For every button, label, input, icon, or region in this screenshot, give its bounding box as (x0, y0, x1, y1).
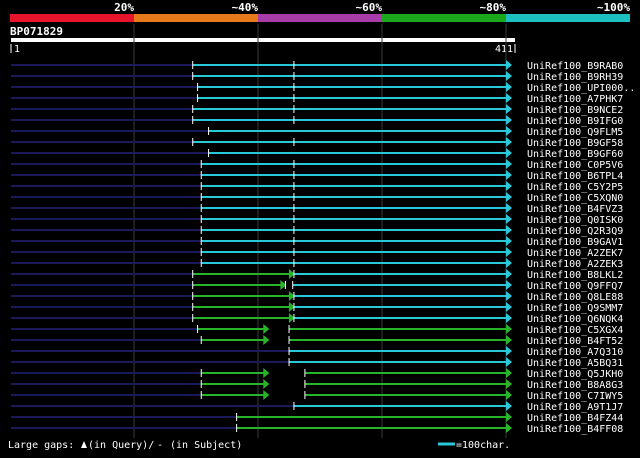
hit-name-link[interactable]: UniRef100_B4FZ44 (527, 413, 623, 424)
alignment-graphic: 20% ~40% ~60% ~80% ~100% BP071829 1 411 UniRef10… (0, 0, 640, 454)
hit-name-link[interactable]: UniRef100_B9GF58 (527, 138, 623, 149)
hit-name-link[interactable]: UniRef100_C5Y2P5 (527, 182, 623, 193)
hit-name-link[interactable]: UniRef100_Q2R3Q9 (527, 226, 623, 237)
hit-name-link[interactable]: UniRef100_B9RH39 (527, 72, 623, 83)
identity-scale-label: ~60% (356, 1, 383, 14)
hit-name-link[interactable]: UniRef100_B9RAB0 (527, 61, 623, 72)
hit-name-link[interactable]: UniRef100_B4FVZ3 (527, 204, 623, 215)
identity-scale-segment (382, 14, 506, 22)
hit-name-link[interactable]: UniRef100_B4FT52 (527, 336, 623, 347)
scale-label: =100char. (456, 440, 510, 451)
hit-name-link[interactable]: UniRef100_A5BQ31 (527, 358, 623, 369)
query-bar (11, 38, 515, 42)
hit-name-link[interactable]: UniRef100_A2ZEK7 (527, 248, 623, 259)
hit-name-link[interactable]: UniRef100_C5XQN0 (527, 193, 623, 204)
subject-gap-label: (in Subject) (170, 440, 242, 451)
query-start-label: 1 (14, 44, 20, 55)
query-gap-label: (in Query)/ (88, 440, 154, 451)
alignment-canvas: 20% ~40% ~60% ~80% ~100% BP071829 1 411 UniRef10… (0, 0, 640, 454)
hit-name-link[interactable]: UniRef100_Q5JKH0 (527, 369, 623, 380)
identity-scale-segment (506, 14, 630, 22)
hit-name-link[interactable]: UniRef100_Q9FLM5 (527, 127, 623, 138)
hit-name-link[interactable]: UniRef100_B8LKL2 (527, 270, 623, 281)
hit-name-link[interactable]: UniRef100_B9IFG0 (527, 116, 623, 127)
hit-name-link[interactable]: UniRef100_B8A8G3 (527, 380, 623, 391)
hit-name-link[interactable]: UniRef100_B6TPL4 (527, 171, 623, 182)
hit-name-link[interactable]: UniRef100_Q8LE88 (527, 292, 623, 303)
hit-name-link[interactable]: UniRef100_A9T1J7 (527, 402, 623, 413)
hit-name-link[interactable]: UniRef100_Q9SMM7 (527, 303, 623, 314)
identity-scale-label: ~40% (232, 1, 259, 14)
hit-name-link[interactable]: UniRef100_Q6NQK4 (527, 314, 623, 325)
hit-name-link[interactable]: UniRef100_A7Q310 (527, 347, 623, 358)
identity-scale-segment (10, 14, 134, 22)
hit-name-link[interactable]: UniRef100_Q0ISK0 (527, 215, 623, 226)
identity-scale-label: 20% (114, 1, 134, 14)
hit-name-link[interactable]: UniRef100_A2ZEK3 (527, 259, 623, 270)
identity-scale-segment (258, 14, 382, 22)
hit-name-link[interactable]: UniRef100_C0P5V6 (527, 160, 623, 171)
gaps-legend-label: Large gaps: (8, 440, 74, 451)
identity-scale-segment (134, 14, 258, 22)
hit-name-link[interactable]: UniRef100_C5XGX4 (527, 325, 623, 336)
hit-name-link[interactable]: UniRef100_B9NCE2 (527, 105, 623, 116)
hit-name-link[interactable]: UniRef100_C7IWY5 (527, 391, 623, 402)
identity-scale-label: ~80% (480, 1, 507, 14)
identity-scale-label: ~100% (597, 1, 630, 14)
hit-name-link[interactable]: UniRef100_B4FF08 (527, 424, 623, 435)
hit-name-link[interactable]: UniRef100_B9GAV1 (527, 237, 623, 248)
hit-name-link[interactable]: UniRef100_B9GF60 (527, 149, 623, 160)
hit-name-link[interactable]: UniRef100_Q9FFQ7 (527, 281, 623, 292)
hit-name-link[interactable]: UniRef100_UPI000.. (527, 83, 635, 94)
query-id: BP071829 (10, 25, 63, 38)
subject-gap-marker: - (157, 440, 163, 451)
query-end-label: 411 (495, 44, 513, 55)
hit-name-link[interactable]: UniRef100_A7PHK7 (527, 94, 623, 105)
